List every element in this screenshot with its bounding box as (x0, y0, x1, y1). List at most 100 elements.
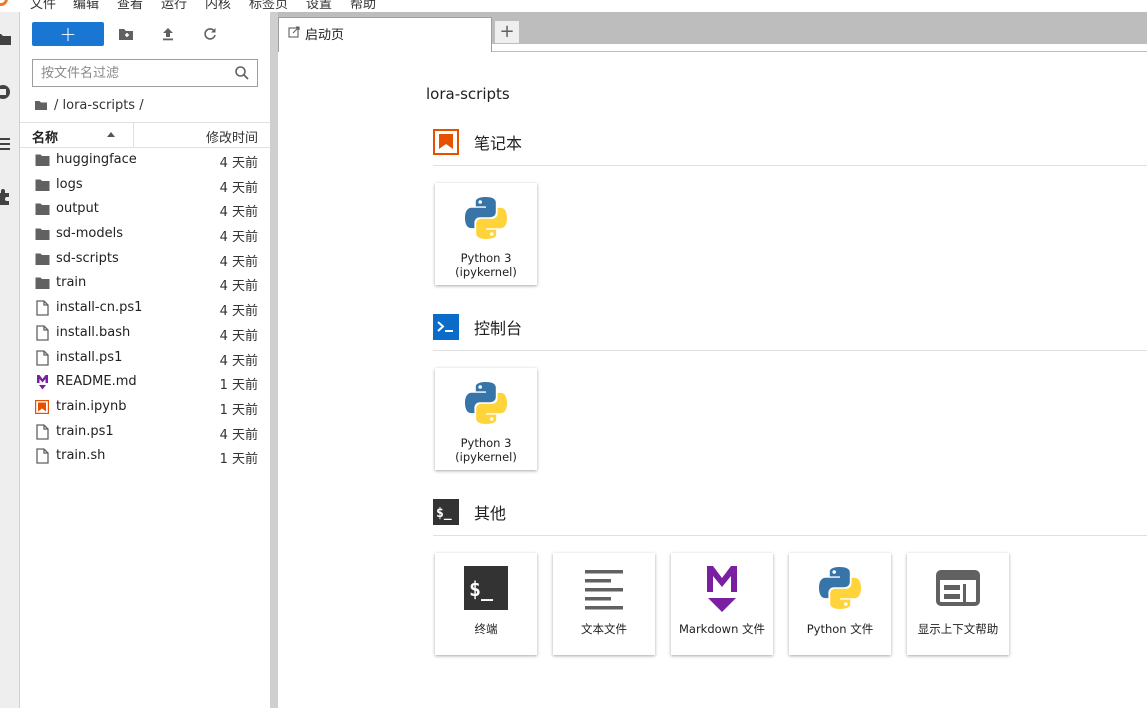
menu-kernel[interactable]: 内核 (205, 0, 231, 12)
launcher-card-text-file[interactable]: 文本文件 (553, 553, 655, 655)
file-modified: 4 天前 (219, 205, 258, 221)
extension-icon[interactable] (0, 188, 12, 206)
menu-help[interactable]: 帮助 (350, 0, 376, 12)
file-row[interactable]: logs 4 天前 (20, 173, 270, 198)
file-modified: 4 天前 (219, 156, 258, 171)
file-filter-input[interactable] (33, 60, 229, 86)
svg-text:$_: $_ (436, 506, 452, 521)
markdown-icon (697, 563, 747, 613)
folder-icon (34, 152, 50, 168)
refresh-button[interactable] (198, 23, 222, 45)
sort-ascending-icon (107, 132, 115, 137)
launcher: lora-scripts 笔记本 Python 3 (ipykernel) 控制… (278, 52, 1147, 708)
file-modified: 4 天前 (219, 304, 258, 320)
file-row[interactable]: huggingface 4 天前 (20, 148, 270, 173)
file-name: sd-models (56, 226, 123, 242)
file-name: output (56, 201, 99, 217)
file-modified: 4 天前 (219, 230, 258, 246)
launcher-card-console-python3[interactable]: Python 3 (ipykernel) (435, 368, 537, 470)
refresh-icon (204, 28, 216, 40)
launcher-card-python-file[interactable]: Python 文件 (789, 553, 891, 655)
file-row[interactable]: train 4 天前 (20, 271, 270, 296)
file-modified: 4 天前 (219, 180, 258, 196)
file-row[interactable]: install-cn.ps1 4 天前 (20, 296, 270, 321)
menu-edit[interactable]: 编辑 (73, 0, 99, 12)
new-launcher-button[interactable]: + (32, 22, 104, 46)
file-name: train (56, 275, 87, 291)
activity-bar (0, 12, 20, 708)
file-row[interactable]: install.bash 4 天前 (20, 321, 270, 346)
section-console: 控制台 (433, 312, 522, 342)
file-row[interactable]: install.ps1 4 天前 (20, 346, 270, 371)
file-row[interactable]: sd-models 4 天前 (20, 222, 270, 247)
folder-icon[interactable] (34, 98, 48, 112)
file-modified: 1 天前 (219, 402, 258, 418)
column-header-modified[interactable]: 修改时间 (206, 127, 258, 146)
terminal-icon: $_ (433, 499, 459, 525)
upload-button[interactable] (156, 23, 180, 45)
file-modified: 4 天前 (219, 254, 258, 270)
section-other: $_ 其他 (433, 497, 506, 527)
folder-icon (34, 275, 50, 291)
card-label: Python 3 (ipykernel) (455, 251, 517, 279)
notebook-icon (34, 399, 50, 415)
section-divider (433, 165, 1147, 166)
file-icon (34, 448, 50, 464)
python-icon (461, 193, 511, 243)
launcher-cwd: lora-scripts (426, 85, 510, 103)
card-label: Python 3 (ipykernel) (455, 436, 517, 464)
menu-settings[interactable]: 设置 (306, 0, 332, 12)
file-row[interactable]: train.ipynb 1 天前 (20, 395, 270, 420)
file-icon (34, 300, 50, 316)
section-divider (433, 350, 1147, 351)
launcher-card-markdown-file[interactable]: Markdown 文件 (671, 553, 773, 655)
file-name: logs (56, 176, 83, 192)
python-icon (461, 378, 511, 428)
column-divider[interactable] (133, 123, 134, 147)
breadcrumb-path[interactable]: / lora-scripts / (54, 98, 144, 113)
section-divider (433, 535, 1147, 536)
launcher-card-context-help[interactable]: 显示上下文帮助 (907, 553, 1009, 655)
dock-tab-bar: 启动页 + (278, 12, 1147, 52)
python-icon (815, 563, 865, 613)
tab-label: 启动页 (305, 28, 345, 43)
file-name: install.ps1 (56, 349, 123, 365)
tab-launcher[interactable]: 启动页 (278, 17, 492, 52)
card-label: 显示上下文帮助 (917, 622, 999, 636)
menu-view[interactable]: 查看 (117, 0, 143, 12)
file-name: huggingface (56, 152, 137, 167)
file-name: train.ps1 (56, 423, 114, 439)
file-row[interactable]: output 4 天前 (20, 197, 270, 222)
launcher-card-notebook-python3[interactable]: Python 3 (ipykernel) (435, 183, 537, 285)
file-row[interactable]: sd-scripts 4 天前 (20, 247, 270, 272)
card-label: Python 文件 (806, 622, 874, 636)
notebook-icon (433, 129, 459, 155)
file-row[interactable]: README.md 1 天前 (20, 370, 270, 395)
file-icon (34, 325, 50, 341)
file-row[interactable]: train.ps1 4 天前 (20, 420, 270, 445)
new-folder-icon (119, 29, 133, 40)
running-icon[interactable] (0, 83, 12, 101)
file-browser: + / lora-scripts / 名称 (20, 12, 270, 708)
file-name: train.sh (56, 448, 106, 464)
file-name: sd-scripts (56, 250, 119, 266)
menu-tabs[interactable]: 标签页 (249, 0, 288, 12)
add-tab-button[interactable]: + (494, 20, 520, 44)
file-icon (34, 349, 50, 366)
context-help-icon (933, 563, 983, 613)
markdown-icon (34, 374, 50, 390)
toc-icon[interactable] (0, 135, 12, 153)
launcher-icon (288, 26, 300, 38)
file-row[interactable]: train.sh 1 天前 (20, 444, 270, 469)
column-header-name[interactable]: 名称 (32, 127, 58, 146)
search-icon (235, 66, 249, 80)
menu-file[interactable]: 文件 (30, 0, 56, 12)
file-list: huggingface 4 天前 logs 4 天前 output 4 天前 sd-mode… (20, 148, 270, 469)
section-title: 笔记本 (474, 134, 523, 153)
file-list-header: 名称 修改时间 (20, 122, 270, 148)
menu-run[interactable]: 运行 (161, 0, 187, 12)
panel-splitter[interactable] (270, 12, 278, 708)
new-folder-button[interactable] (114, 23, 138, 45)
folder-icon[interactable] (0, 30, 12, 48)
launcher-card-terminal[interactable]: $_ 终端 (435, 553, 537, 655)
